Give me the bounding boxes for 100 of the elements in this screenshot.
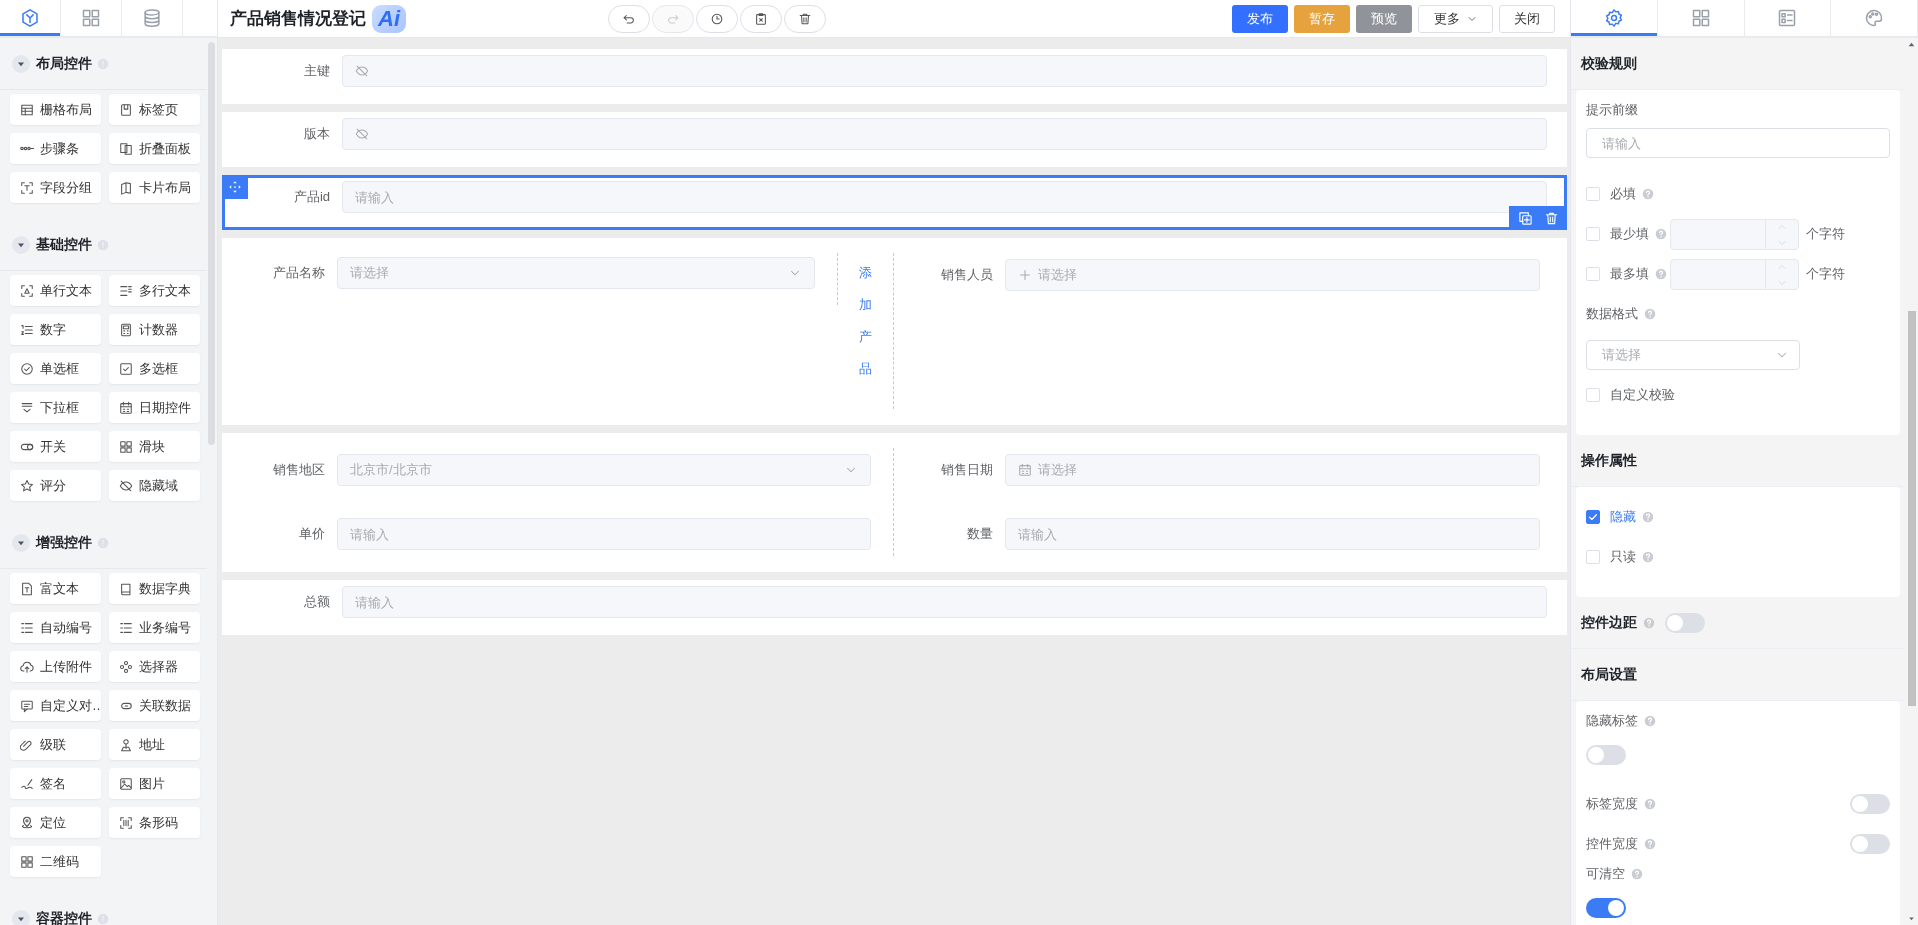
component-item[interactable]: 日期控件	[109, 392, 200, 423]
component-item[interactable]: 隐藏域	[109, 470, 200, 501]
component-item[interactable]: 标签页	[109, 94, 200, 125]
component-item[interactable]: 卡片布局	[109, 172, 200, 203]
component-item[interactable]: 滑块	[109, 431, 200, 462]
component-label: 卡片布局	[139, 178, 191, 197]
component-label: 评分	[40, 476, 66, 495]
component-item[interactable]: 自定义对…	[10, 690, 101, 721]
action-button[interactable]: 发布	[1232, 4, 1288, 33]
location-icon	[20, 815, 34, 830]
toggle-switch[interactable]	[1850, 794, 1890, 814]
component-item[interactable]: 评分	[10, 470, 101, 501]
input-field[interactable]: 请输入	[1586, 128, 1890, 158]
component-item[interactable]: 栅格布局	[10, 94, 101, 125]
cloud-upload-icon	[20, 659, 34, 674]
component-item[interactable]: 下拉框	[10, 392, 101, 423]
dropdown-button[interactable]: 更多	[1418, 4, 1493, 33]
form-row[interactable]: 版本	[222, 112, 1567, 167]
form-row[interactable]: 产品名称 请选择 添加产品 销售人员 请选择	[222, 238, 1567, 425]
input-field[interactable]: 请输入	[342, 181, 1547, 213]
list-icon	[1777, 8, 1798, 28]
component-label: 隐藏域	[139, 476, 178, 495]
field-label: 产品名称	[272, 264, 326, 282]
cube-icon	[20, 8, 40, 28]
component-item[interactable]: 签名	[10, 768, 101, 799]
number-field[interactable]	[1670, 258, 1799, 290]
calendar-icon	[1018, 463, 1032, 477]
component-item[interactable]: 数据字典	[109, 573, 200, 604]
form-row[interactable]: 总额 请输入	[222, 580, 1567, 635]
checkbox-label: 自定义校验	[1610, 386, 1675, 404]
unit-label: 个字符	[1806, 265, 1845, 283]
input-field[interactable]	[342, 118, 1547, 150]
dropdown-icon	[20, 400, 34, 415]
history-button[interactable]	[696, 4, 738, 33]
form-row[interactable]: 产品id 请输入	[222, 175, 1567, 230]
collapse-toggle[interactable]	[12, 533, 30, 552]
component-item[interactable]: 单选框	[10, 353, 101, 384]
component-item[interactable]: 二维码	[10, 846, 101, 877]
component-item[interactable]: 字段分组	[10, 172, 101, 203]
component-item[interactable]: 地址	[109, 729, 200, 760]
history-button[interactable]	[740, 4, 782, 33]
checkbox[interactable]	[1586, 510, 1600, 524]
component-item[interactable]: 步骤条	[10, 133, 101, 164]
input-field[interactable]: 请输入	[342, 586, 1547, 618]
component-item[interactable]: 级联	[10, 729, 101, 760]
component-item[interactable]: 定位	[10, 807, 101, 838]
component-label: 上传附件	[40, 657, 92, 676]
scrollbar-thumb[interactable]	[1907, 311, 1916, 706]
collapse-toggle[interactable]	[12, 909, 30, 925]
number-field[interactable]	[1670, 218, 1799, 250]
component-item[interactable]: 业务编号	[109, 612, 200, 643]
collapse-toggle[interactable]	[12, 235, 30, 254]
component-label: 图片	[139, 774, 165, 793]
panels-icon	[119, 141, 133, 156]
component-item[interactable]: 计数器	[109, 314, 200, 345]
field-label: 单价	[298, 525, 326, 543]
component-item[interactable]: 多选框	[109, 353, 200, 384]
field-label: 销售人员	[940, 266, 994, 284]
component-item[interactable]: 多行文本	[109, 275, 200, 306]
checkbox-label: 隐藏	[1610, 508, 1636, 526]
component-item[interactable]: 富文本	[10, 573, 101, 604]
component-item[interactable]: 选择器	[109, 651, 200, 682]
toggle-switch[interactable]	[1586, 898, 1626, 918]
checkbox-label: 最多填	[1610, 265, 1649, 283]
component-item[interactable]: 开关	[10, 431, 101, 462]
toggle-switch[interactable]	[1665, 612, 1705, 633]
component-item[interactable]: 关联数据	[109, 690, 200, 721]
section-title: 增强控件	[36, 533, 92, 552]
toggle-switch[interactable]	[1586, 745, 1626, 765]
panel-tab[interactable]	[1571, 0, 1658, 36]
checkbox-label: 只读	[1610, 548, 1636, 566]
collapse-toggle[interactable]	[12, 54, 30, 73]
form-row[interactable]: 销售地区 北京市/北京市 单价 请输入 销售日期 请选择 数量 请输入	[222, 433, 1567, 572]
component-label: 单行文本	[40, 281, 92, 300]
component-item[interactable]: 自动编号	[10, 612, 101, 643]
drag-handle[interactable]	[222, 175, 248, 199]
calendar-icon	[119, 400, 133, 415]
field-label: 控件宽度	[1586, 835, 1638, 853]
list-icon	[119, 620, 133, 635]
form-row[interactable]: 主键	[222, 49, 1567, 104]
input-field[interactable]: 请输入	[337, 518, 871, 550]
component-item[interactable]: 数字	[10, 314, 101, 345]
component-item[interactable]: 图片	[109, 768, 200, 799]
component-item[interactable]: 折叠面板	[109, 133, 200, 164]
sidebar-tab[interactable]	[0, 0, 61, 36]
input-field[interactable]	[342, 55, 1547, 87]
toggle-switch[interactable]	[1850, 834, 1890, 854]
component-item[interactable]: 上传附件	[10, 651, 101, 682]
component-label: 定位	[40, 813, 66, 832]
lines-icon	[119, 283, 133, 298]
component-item[interactable]: 单行文本	[10, 275, 101, 306]
input-field[interactable]: 请输入	[1005, 518, 1540, 550]
component-item[interactable]: 条形码	[109, 807, 200, 838]
add-product-link[interactable]: 添加产品	[859, 257, 872, 385]
history-button[interactable]	[784, 4, 826, 33]
component-label: 二维码	[40, 852, 79, 871]
component-label: 签名	[40, 774, 66, 793]
component-label: 标签页	[139, 100, 178, 119]
action-button[interactable]: 关闭	[1499, 4, 1555, 33]
section-title: 控件边距	[1581, 613, 1637, 632]
